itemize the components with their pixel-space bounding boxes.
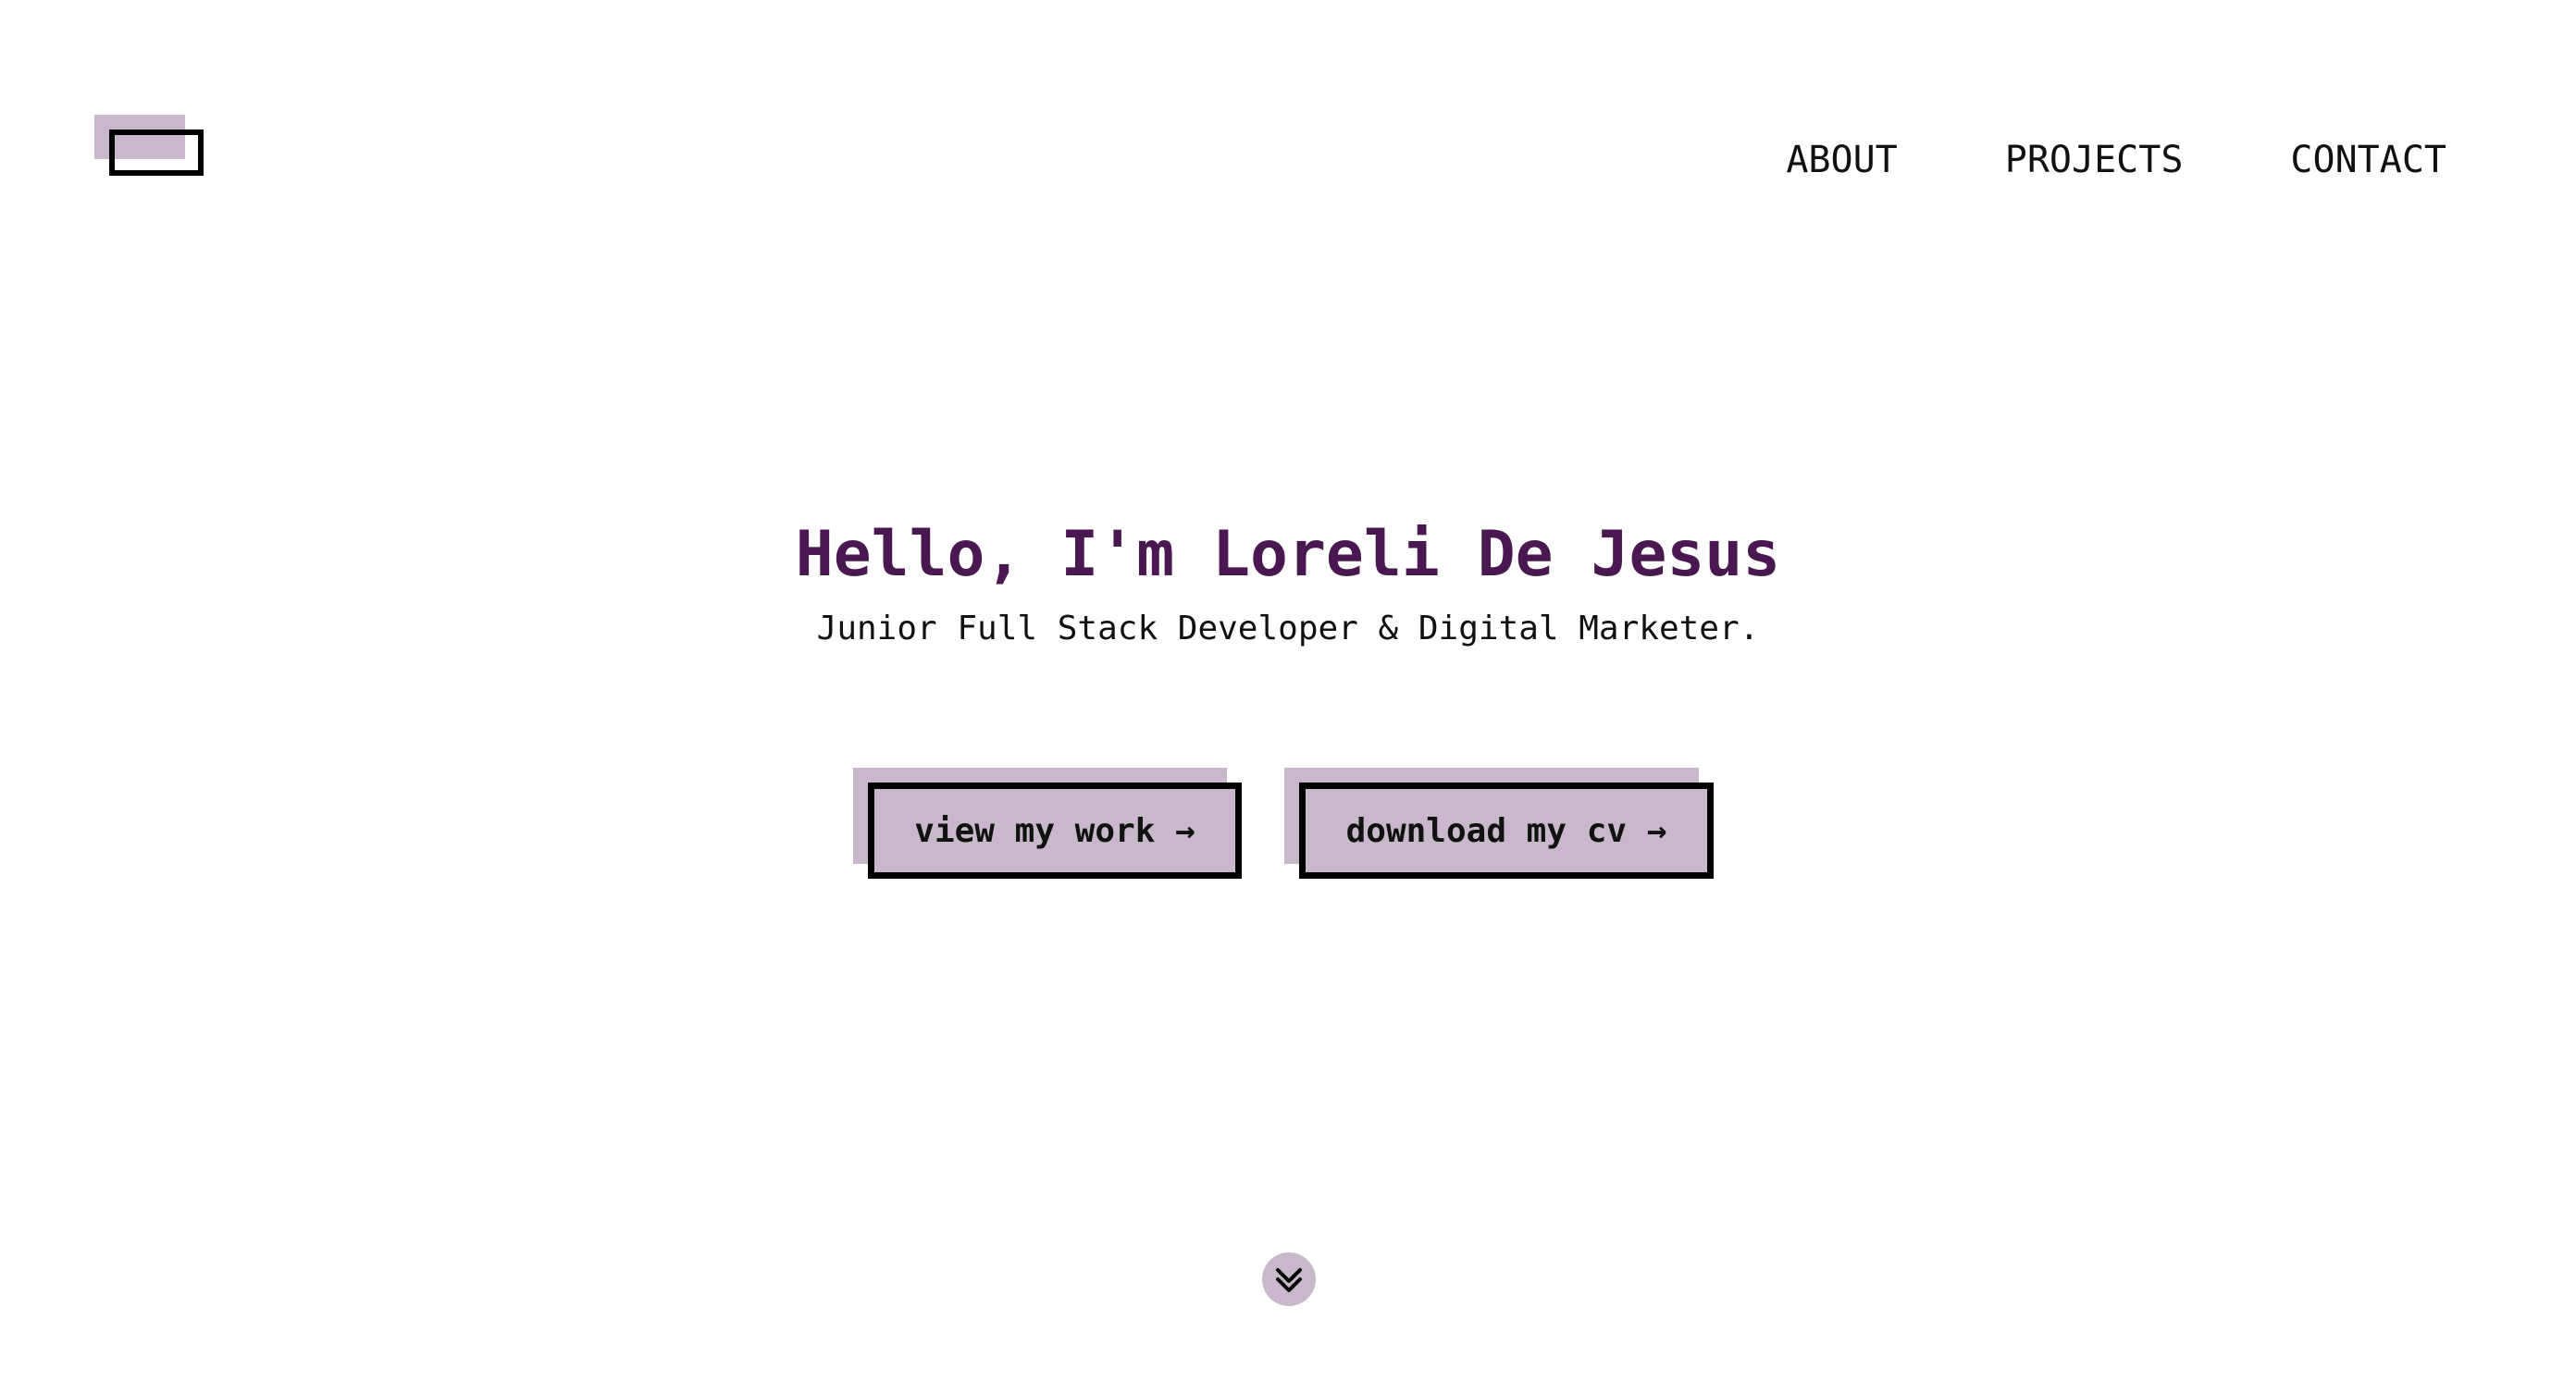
page: ABOUT PROJECTS CONTACT Hello, I'm Loreli… bbox=[0, 0, 2576, 1393]
nav-item-contact[interactable]: CONTACT bbox=[2290, 139, 2446, 181]
logo-outline-box bbox=[109, 129, 204, 176]
logo-icon[interactable] bbox=[94, 115, 205, 179]
scroll-down-button[interactable] bbox=[1262, 1252, 1316, 1306]
view-work-button[interactable]: view my work → bbox=[868, 783, 1242, 879]
download-cv-button[interactable]: download my cv → bbox=[1299, 783, 1714, 879]
double-chevron-down-icon bbox=[1276, 1268, 1302, 1292]
cta-button-row: view my work → download my cv → bbox=[0, 768, 2576, 888]
hero-title: Hello, I'm Loreli De Jesus bbox=[795, 518, 1781, 591]
main-nav: ABOUT PROJECTS CONTACT bbox=[1786, 139, 2446, 181]
hero-subtitle: Junior Full Stack Developer & Digital Ma… bbox=[816, 610, 1760, 647]
hero-section: Hello, I'm Loreli De Jesus Junior Full S… bbox=[0, 518, 2576, 647]
nav-item-about[interactable]: ABOUT bbox=[1786, 139, 1897, 181]
nav-item-projects[interactable]: PROJECTS bbox=[2005, 139, 2184, 181]
